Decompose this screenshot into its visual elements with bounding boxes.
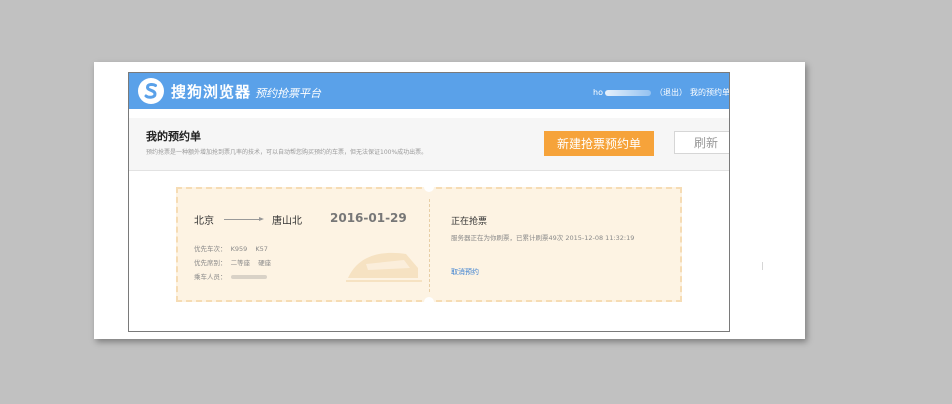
reservation-ticket: 北京 唐山北 2016-01-29 优先车次： K959 K57 优先席别： 二… [176,182,682,307]
cancel-reservation-link[interactable]: 取消预约 [451,267,479,277]
new-reservation-button[interactable]: 新建抢票预约单 [544,131,654,156]
train-number: K959 [230,245,248,253]
username-blur [604,89,651,96]
sogou-logo-icon [138,78,164,104]
status-detail: 服务器正在为你刷票，已累计刷票49次 2015-12-08 11:32:19 [451,234,635,242]
travel-date: 2016-01-29 [330,211,407,225]
to-station: 唐山北 [272,216,302,227]
ticket-notch-bottom [424,297,434,307]
ticket-notch-top [424,182,434,192]
ticket-status: 正在抢票 [451,217,488,227]
train-watermark-icon [346,252,422,282]
passenger-row: 乘车人员： [194,271,273,281]
page-description: 预约抢票是一种额外增加抢到票几率的技术，可以自动帮您购买预约的车票，但无法保证1… [146,149,428,156]
user-area: ho （退出） 我的预约单 [593,87,729,98]
seat-type: 硬座 [258,259,272,267]
logout-link[interactable]: （退出） [655,87,687,98]
platform-name: 预约抢票平台 [255,87,321,100]
ticket-divider [429,199,430,292]
refresh-button[interactable]: 刷新 [674,131,729,154]
browser-window: 搜狗浏览器 预约抢票平台 ho （退出） 我的预约单 我的预约单 预约抢票是一种… [128,72,730,332]
seat-label: 优先席别： [194,259,227,267]
seat-row: 优先席别： 二等座 硬座 [194,257,277,267]
seat-type: 二等座 [230,259,251,267]
passenger-label: 乘车人员： [194,273,227,281]
side-mark [762,262,763,270]
train-row: 优先车次： K959 K57 [194,243,274,253]
username: ho [593,88,603,97]
brand-name: 搜狗浏览器 [171,83,252,101]
from-station: 北京 [194,216,214,227]
passenger-blur [230,275,267,279]
train-number: K57 [255,245,268,253]
my-orders-link[interactable]: 我的预约单 [690,87,729,98]
route: 北京 唐山北 [194,212,302,227]
top-bar: 搜狗浏览器 预约抢票平台 ho （退出） 我的预约单 [129,73,729,109]
route-arrow-icon [224,217,264,221]
page-title: 我的预约单 [146,130,201,143]
train-label: 优先车次： [194,245,227,253]
page-header: 我的预约单 预约抢票是一种额外增加抢到票几率的技术，可以自动帮您购买预约的车票，… [129,118,729,171]
